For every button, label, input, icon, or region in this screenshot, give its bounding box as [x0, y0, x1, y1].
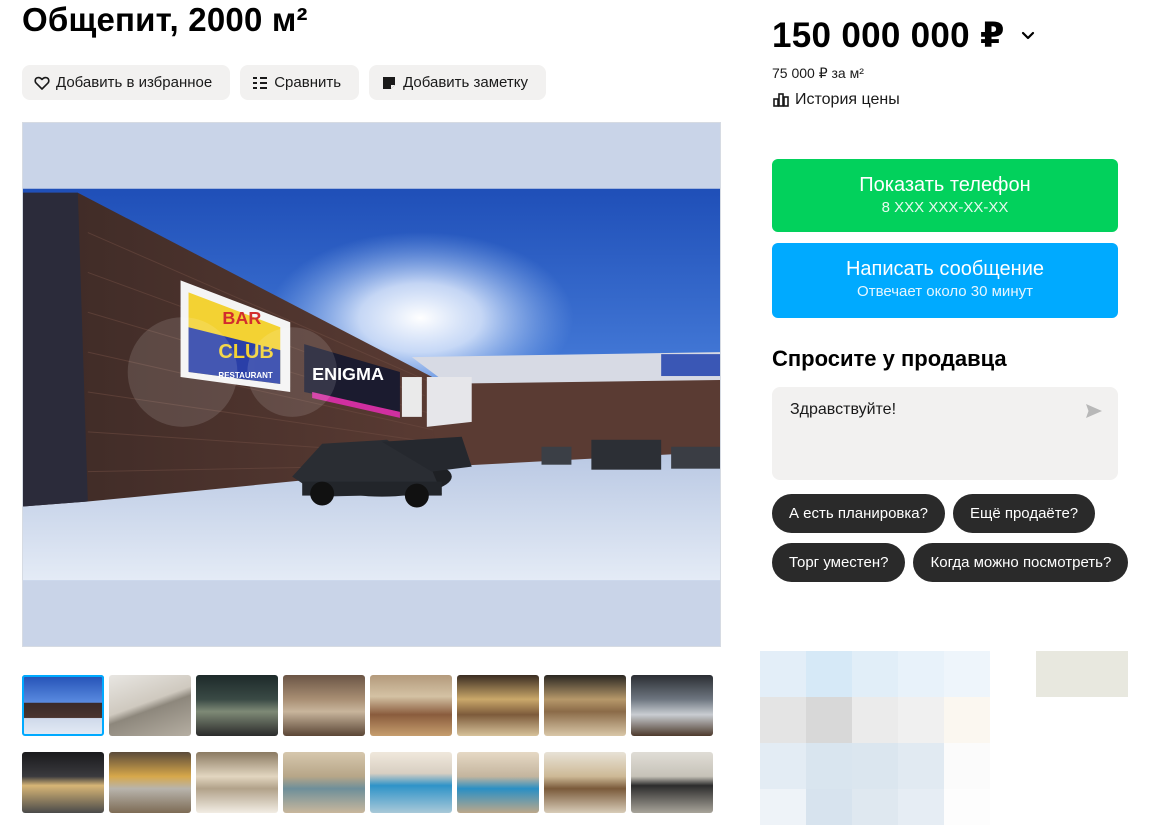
ask-seller-title: Спросите у продавца: [772, 346, 1007, 371]
thumbnail[interactable]: [370, 675, 452, 736]
blurred-seller-card: [760, 651, 990, 825]
thumbnail[interactable]: [22, 675, 104, 736]
phone-masked: 8 XXX XXX-XX-XX: [881, 199, 1009, 216]
price-history-label: История цены: [795, 91, 900, 108]
quick-question-chip[interactable]: Торг уместен?: [772, 543, 906, 582]
sign-bar-text: BAR: [222, 308, 261, 328]
add-note-button[interactable]: Добавить заметку: [369, 65, 546, 100]
thumbnail[interactable]: [283, 675, 365, 736]
add-to-favorites-button[interactable]: Добавить в избранное: [22, 65, 231, 100]
main-photo[interactable]: BAR CLUB RESTAURANT ENIGMA: [22, 122, 721, 647]
blurred-seller-avatar: [1036, 651, 1128, 697]
price-block: 150 000 000 ₽: [772, 16, 1037, 56]
compare-icon: [253, 76, 268, 89]
thumbnail[interactable]: [22, 752, 104, 813]
thumbnail[interactable]: [109, 752, 191, 813]
thumbnail[interactable]: [544, 752, 626, 813]
quick-question-chip[interactable]: Когда можно посмотреть?: [913, 543, 1129, 582]
compare-label: Сравнить: [274, 74, 342, 91]
quick-questions: А есть планировка? Ещё продаёте? Торг ум…: [772, 494, 1132, 582]
chevron-down-icon[interactable]: [1019, 27, 1037, 45]
thumbnail-gallery: [22, 675, 713, 813]
thumbnail[interactable]: [109, 675, 191, 736]
show-phone-label: Показать телефон: [859, 174, 1031, 196]
ask-message-value: Здравствуйте!: [790, 401, 897, 418]
write-message-label: Написать сообщение: [845, 258, 1044, 280]
thumbnail[interactable]: [283, 752, 365, 813]
price-per-m2: 75 000 ₽ за м²: [772, 65, 864, 81]
price-history-link[interactable]: История цены: [772, 91, 900, 109]
thumbnail[interactable]: [196, 752, 278, 813]
response-time: Отвечает около 30 минут: [857, 283, 1033, 300]
quick-question-chip[interactable]: А есть планировка?: [772, 494, 945, 533]
thumbnail[interactable]: [457, 752, 539, 813]
thumbnail[interactable]: [631, 675, 713, 736]
compare-button[interactable]: Сравнить: [240, 65, 360, 100]
listing-actions: Добавить в избранное Сравнить Добавить з…: [22, 65, 546, 100]
heart-icon: [34, 76, 50, 90]
show-phone-button[interactable]: Показать телефон 8 XXX XXX-XX-XX: [772, 159, 1118, 232]
building-photo: BAR CLUB RESTAURANT ENIGMA: [23, 123, 720, 646]
price-amount: 150 000 000 ₽: [772, 16, 1005, 55]
thumbnail[interactable]: [631, 752, 713, 813]
favorites-label: Добавить в избранное: [56, 74, 213, 91]
chart-icon: [773, 93, 789, 107]
note-icon: [383, 76, 396, 89]
thumbnail[interactable]: [544, 675, 626, 736]
quick-question-chip[interactable]: Ещё продаёте?: [952, 494, 1096, 533]
write-message-button[interactable]: Написать сообщение Отвечает около 30 мин…: [772, 243, 1118, 318]
thumbnail[interactable]: [196, 675, 278, 736]
listing-title: Общепит, 2000 м²: [22, 1, 308, 38]
ask-message-field[interactable]: Здравствуйте!: [772, 387, 1118, 480]
send-icon[interactable]: [1084, 401, 1104, 421]
thumbnail[interactable]: [457, 675, 539, 736]
note-label: Добавить заметку: [403, 74, 528, 91]
thumbnail[interactable]: [370, 752, 452, 813]
